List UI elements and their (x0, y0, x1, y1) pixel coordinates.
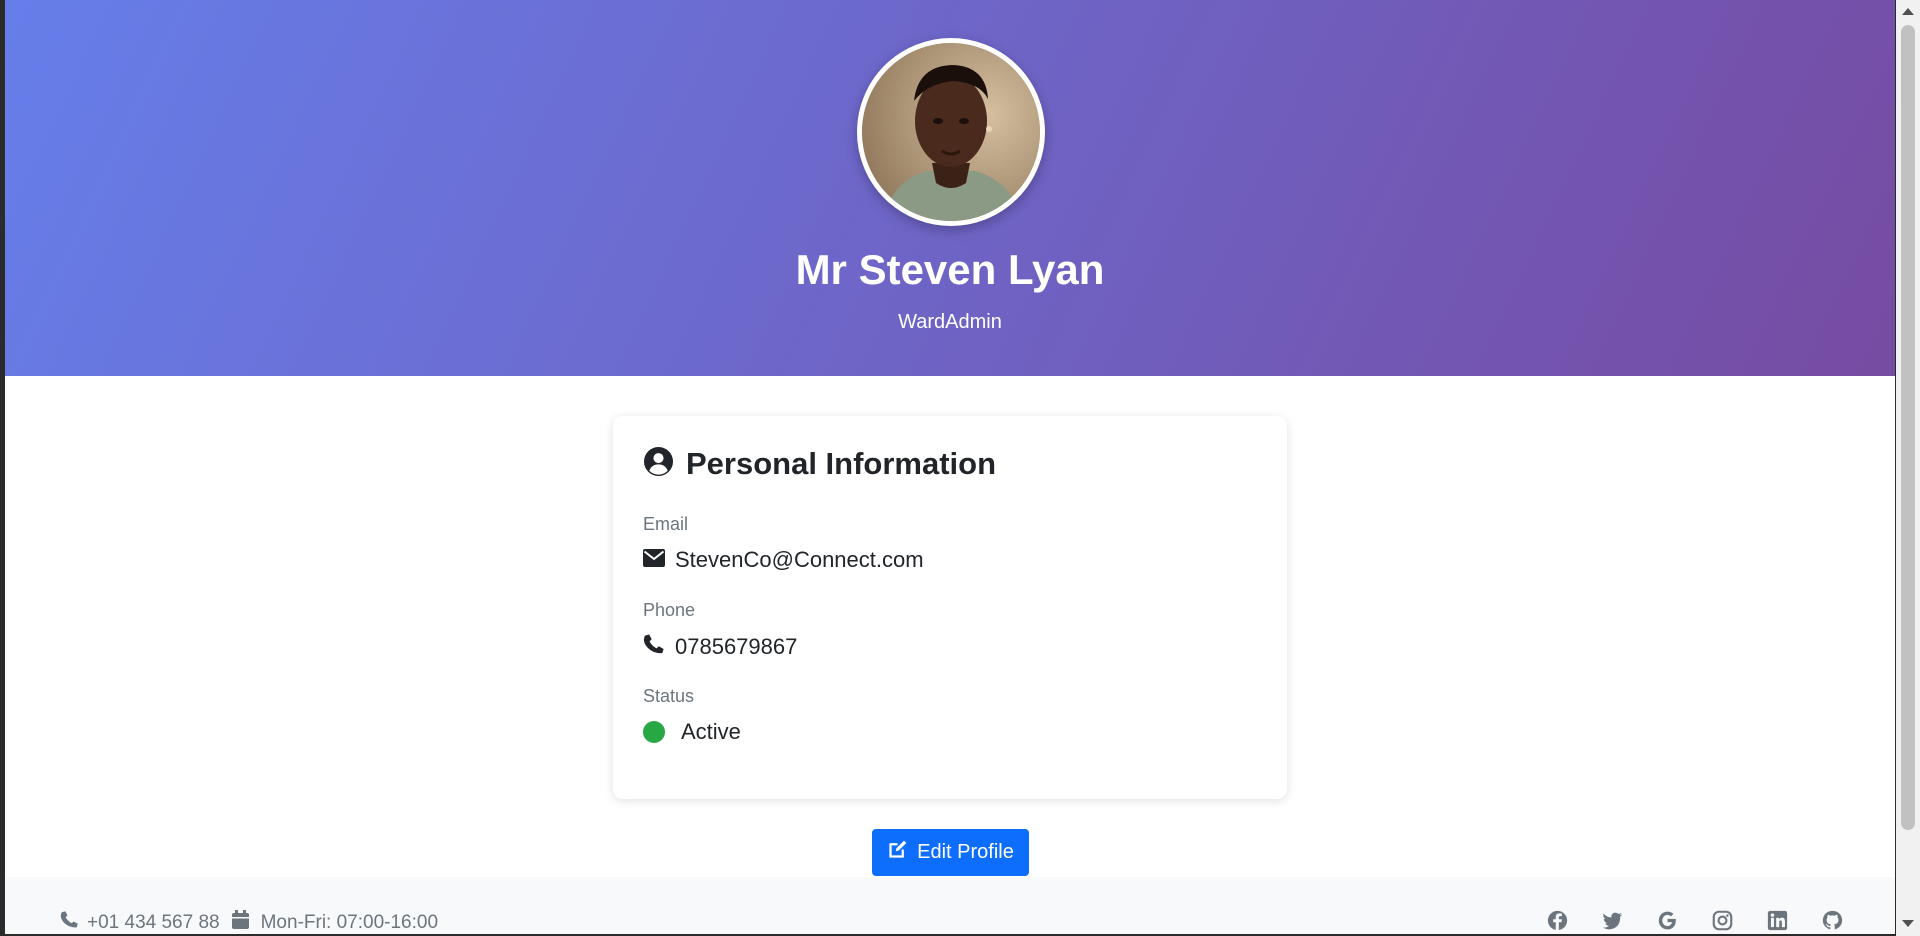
phone-value-row: 0785679867 (643, 633, 797, 661)
phone-label: Phone (643, 600, 696, 620)
email-value-row: StevenCo@Connect.com (643, 547, 924, 573)
github-icon[interactable] (1822, 910, 1843, 931)
email-label: Email (643, 514, 689, 534)
calendar-icon (231, 910, 249, 934)
google-icon[interactable] (1657, 910, 1678, 931)
page-viewport: Mr Steven Lyan WardAdmin Personal Inform… (5, 0, 1895, 934)
card-title: Personal Information (686, 446, 997, 481)
avatar-photo (862, 43, 1040, 221)
card-header: Personal Information (643, 446, 996, 482)
status-indicator-icon (643, 721, 665, 743)
footer: +01 434 567 88 Mon-Fri: 07:00-16:00 (5, 877, 1895, 934)
profile-role: WardAdmin (898, 311, 1002, 333)
phone-icon (643, 633, 665, 661)
linkedin-icon[interactable] (1767, 910, 1788, 931)
instagram-icon[interactable] (1712, 910, 1733, 931)
status-value: Active (681, 719, 741, 744)
social-links (1547, 910, 1843, 931)
edit-profile-label: Edit Profile (917, 841, 1014, 863)
envelope-icon (643, 547, 665, 573)
profile-name: Mr Steven Lyan (795, 246, 1105, 293)
pen-to-square-icon (887, 839, 908, 866)
vertical-scrollbar[interactable] (1896, 0, 1920, 936)
profile-header: Mr Steven Lyan WardAdmin (5, 0, 1895, 376)
phone-value: 0785679867 (675, 634, 798, 659)
status-label: Status (643, 686, 695, 706)
avatar (857, 38, 1045, 226)
footer-phone: +01 434 567 88 (87, 911, 220, 933)
footer-hours: Mon-Fri: 07:00-16:00 (260, 911, 439, 933)
edit-profile-button[interactable]: Edit Profile (872, 829, 1029, 876)
scroll-down-arrow-icon[interactable] (1902, 920, 1914, 927)
personal-information-card: Personal Information Email StevenCo@Conn… (613, 416, 1287, 799)
twitter-icon[interactable] (1602, 910, 1623, 931)
scrollbar-thumb[interactable] (1901, 25, 1915, 830)
user-circle-icon (643, 446, 674, 482)
phone-icon (60, 910, 79, 934)
scroll-up-arrow-icon[interactable] (1902, 8, 1914, 15)
footer-contact: +01 434 567 88 Mon-Fri: 07:00-16:00 (60, 910, 438, 934)
facebook-icon[interactable] (1547, 910, 1568, 931)
status-value-row: Active (643, 719, 741, 745)
email-value: StevenCo@Connect.com (675, 547, 924, 572)
